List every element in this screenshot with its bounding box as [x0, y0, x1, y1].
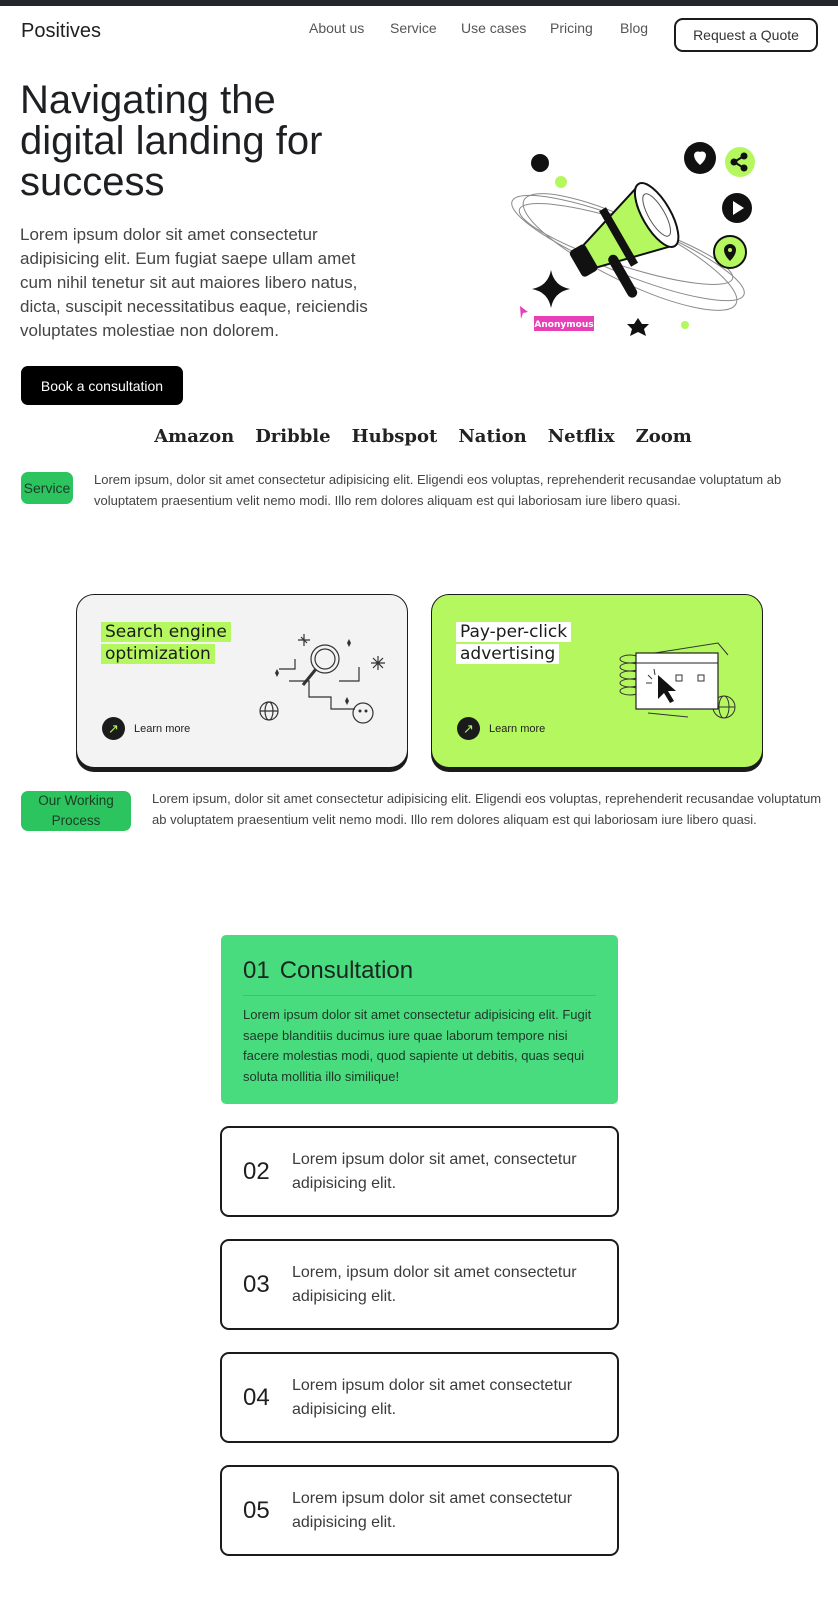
- step-01-heading: 01 Consultation: [243, 957, 596, 996]
- megaphone-illustration: Anonymous: [511, 142, 755, 336]
- working-process-tag: Our Working Process: [21, 791, 131, 831]
- step-01-text: Lorem ipsum dolor sit amet consectetur a…: [243, 1007, 592, 1084]
- brand-zoom: Zoom: [635, 426, 692, 447]
- process-step-02[interactable]: 02 Lorem ipsum dolor sit amet, consectet…: [220, 1126, 619, 1217]
- nav-use-cases[interactable]: Use cases: [461, 20, 526, 36]
- process-description: Lorem ipsum, dolor sit amet consectetur …: [152, 791, 822, 827]
- brand-nation: Nation: [458, 426, 527, 447]
- nav-blog[interactable]: Blog: [620, 20, 648, 36]
- process-step-01[interactable]: 01 Consultation Lorem ipsum dolor sit am…: [221, 935, 618, 1104]
- seo-card[interactable]: Search engine optimization ↗ Learn more: [76, 594, 408, 768]
- request-quote-button[interactable]: Request a Quote: [674, 18, 818, 52]
- process-step-03[interactable]: 03 Lorem, ipsum dolor sit amet consectet…: [220, 1239, 619, 1330]
- step-05-text: Lorem ipsum dolor sit amet consectetur a…: [292, 1490, 573, 1531]
- service-tag: Service: [21, 472, 73, 504]
- site-logo[interactable]: Positives: [21, 20, 101, 43]
- ppc-card-title: Pay-per-click advertising: [456, 621, 572, 665]
- book-consultation-button[interactable]: Book a consultation: [21, 366, 183, 405]
- step-04-number: 04: [243, 1384, 270, 1411]
- brand-hubspot: Hubspot: [351, 426, 438, 447]
- arrow-up-right-icon: ↗: [457, 717, 480, 740]
- step-05-number: 05: [243, 1497, 270, 1524]
- service-description: Lorem ipsum, dolor sit amet consectetur …: [94, 472, 782, 508]
- hero-title: Navigating the digital landing for succe…: [20, 78, 323, 204]
- ppc-card[interactable]: Pay-per-click advertising ↗ Learn more: [431, 594, 763, 768]
- nav-pricing[interactable]: Pricing: [550, 20, 593, 36]
- process-step-05[interactable]: 05 Lorem ipsum dolor sit amet consectetu…: [220, 1465, 619, 1556]
- step-02-text: Lorem ipsum dolor sit amet, consectetur …: [292, 1151, 577, 1192]
- seo-magnifier-illustration: [259, 634, 385, 724]
- step-04-text: Lorem ipsum dolor sit amet consectetur a…: [292, 1377, 573, 1418]
- brand-netflix: Netflix: [547, 426, 615, 447]
- step-02-number: 02: [243, 1158, 270, 1185]
- step-03-text: Lorem, ipsum dolor sit amet consectetur …: [292, 1264, 577, 1305]
- brand-logos: Amazon Dribble Hubspot Nation Netflix Zo…: [0, 426, 838, 447]
- seo-card-title: Search engine optimization: [101, 621, 231, 665]
- nav-service[interactable]: Service: [390, 20, 437, 36]
- arrow-up-right-icon: ↗: [102, 717, 125, 740]
- step-01-title: Consultation: [279, 957, 414, 984]
- process-step-04[interactable]: 04 Lorem ipsum dolor sit amet consectetu…: [220, 1352, 619, 1443]
- ppc-browser-illustration: [619, 642, 736, 719]
- hero-description: Lorem ipsum dolor sit amet consectetur a…: [20, 225, 368, 340]
- nav-about-us[interactable]: About us: [309, 20, 364, 36]
- anonymous-tag: Anonymous: [534, 320, 593, 330]
- ppc-learn-more-link[interactable]: ↗ Learn more: [457, 717, 545, 740]
- brand-amazon: Amazon: [154, 426, 235, 447]
- top-edge-bar: [0, 0, 838, 6]
- step-03-number: 03: [243, 1271, 270, 1298]
- brand-dribble: Dribble: [255, 426, 331, 447]
- step-01-number: 01: [243, 957, 270, 984]
- seo-learn-more-link[interactable]: ↗ Learn more: [102, 717, 190, 740]
